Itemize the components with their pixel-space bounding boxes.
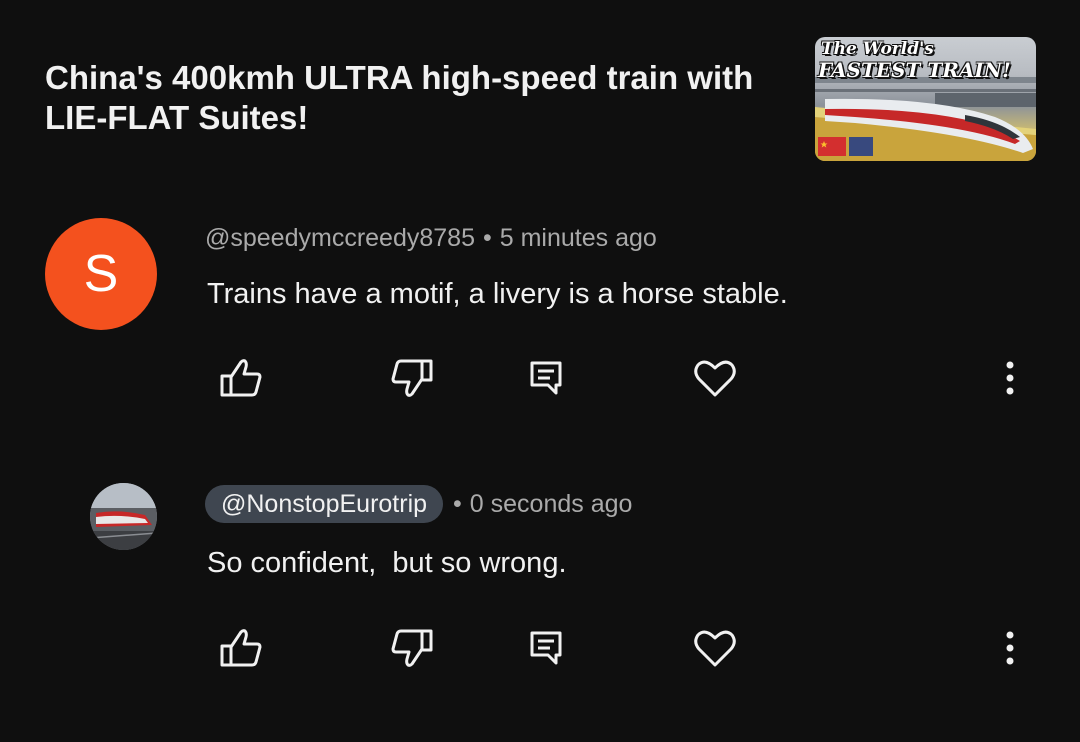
dislike-button[interactable] [382,618,442,678]
more-options-button[interactable] [980,348,1040,408]
dislike-button[interactable] [382,348,442,408]
comment-meta: @speedymccreedy8785 • 5 minutes ago [205,222,657,254]
reply-icon [530,631,562,665]
comment-meta: @NonstopEurotrip • 0 seconds ago [205,485,632,523]
heart-button[interactable] [685,348,745,408]
thumbs-up-icon [220,359,262,397]
comment-timestamp: 5 minutes ago [499,223,657,252]
video-title[interactable]: China's 400kmh ULTRA high-speed train wi… [45,58,795,138]
reply-icon [530,361,562,395]
thumbs-up-icon [220,629,262,667]
creator-handle-badge[interactable]: @NonstopEurotrip [205,485,444,523]
comment-text: So confident, but so wrong. [207,547,567,579]
comment: S @speedymccreedy8785 • 5 minutes ago Tr… [0,210,1080,410]
heart-icon [694,360,736,397]
video-header: China's 400kmh ULTRA high-speed train wi… [0,0,1080,180]
comment-actions [0,618,1080,678]
avatar[interactable] [90,483,157,550]
more-vertical-icon [1006,361,1014,395]
like-button[interactable] [211,618,271,678]
comment-timestamp: 0 seconds ago [469,489,633,518]
video-thumbnail[interactable]: The World's FASTEST TRAIN! [815,37,1036,161]
like-button[interactable] [211,348,271,408]
thumbs-down-icon [391,359,433,397]
reply-button[interactable] [516,348,576,408]
more-vertical-icon [1006,631,1014,665]
comment-actions [0,348,1080,408]
heart-icon [694,630,736,667]
heart-button[interactable] [685,618,745,678]
comment-text: Trains have a motif, a livery is a horse… [207,278,788,310]
meta-separator: • [482,223,492,252]
more-options-button[interactable] [980,618,1040,678]
thumbnail-caption-line2: FASTEST TRAIN! [818,58,1011,82]
reply-comment: @NonstopEurotrip • 0 seconds ago So conf… [0,475,1080,705]
comment-author-handle[interactable]: @speedymccreedy8785 [205,224,475,253]
reply-button[interactable] [516,618,576,678]
avatar[interactable]: S [45,218,157,330]
meta-separator: • [453,489,462,518]
thumbnail-caption-line1: The World's [821,39,934,59]
train-avatar-image [90,483,157,550]
thumbs-down-icon [391,629,433,667]
